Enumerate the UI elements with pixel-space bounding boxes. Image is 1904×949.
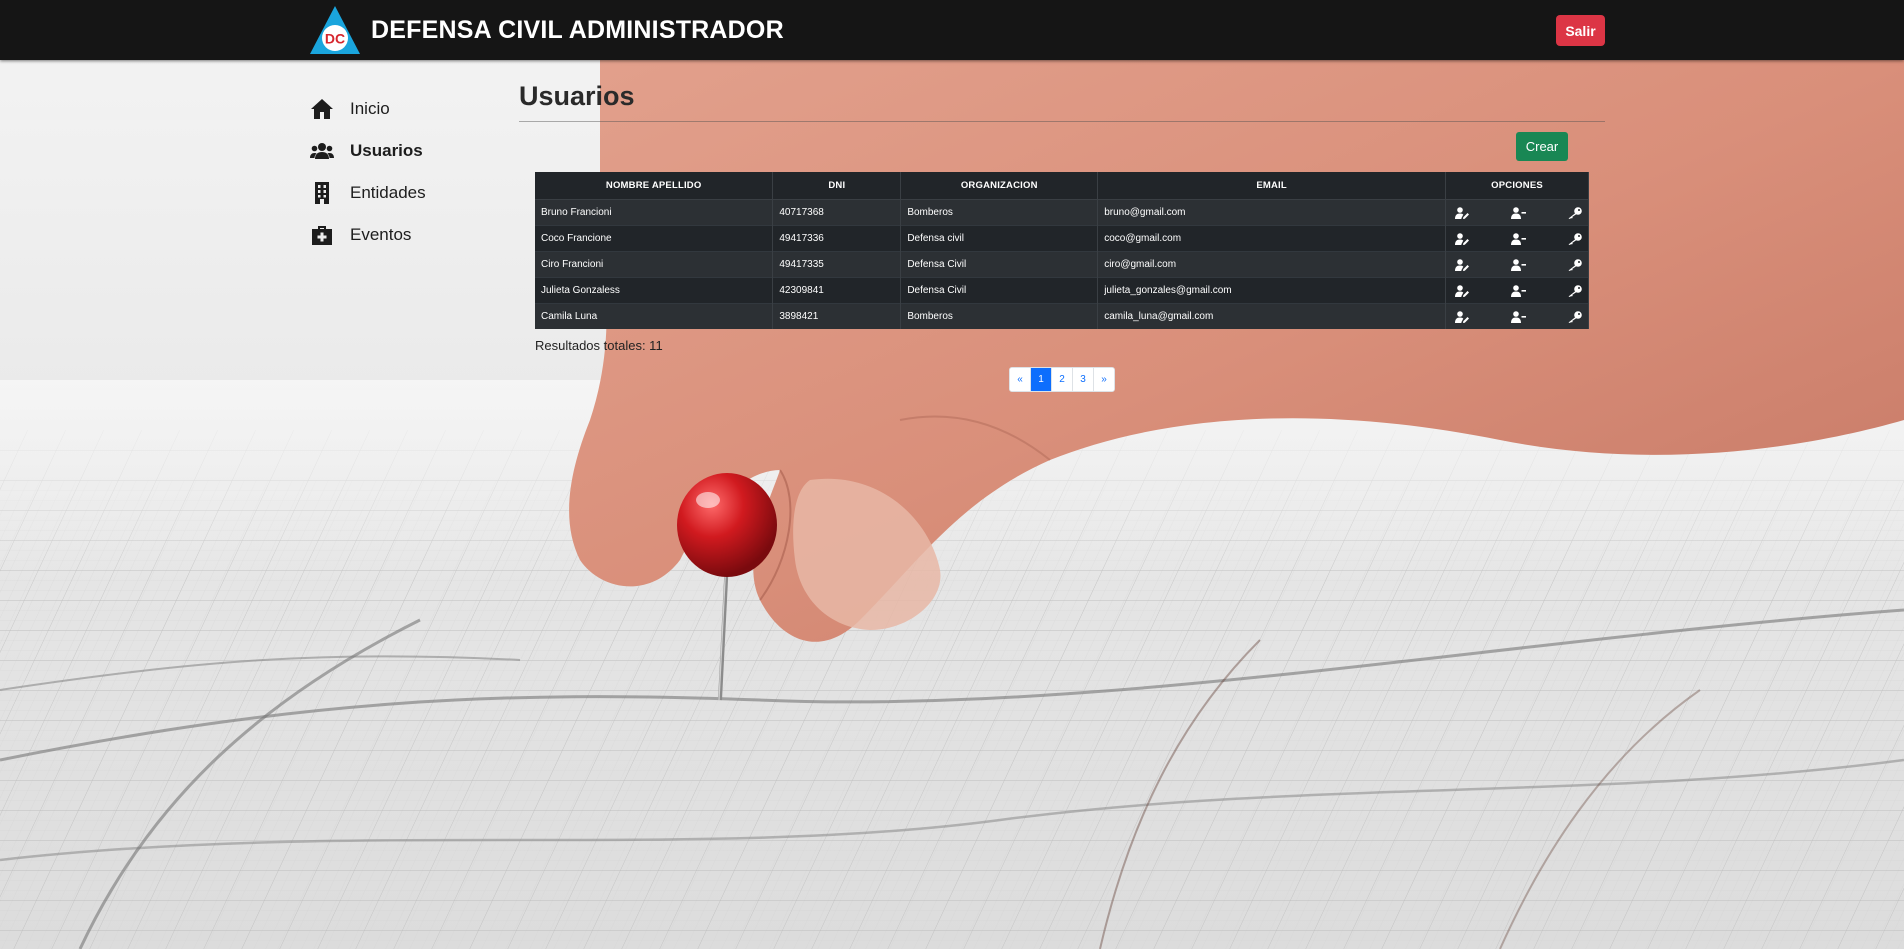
edit-user-button[interactable] xyxy=(1454,206,1470,220)
cell-opciones xyxy=(1445,225,1589,252)
cell-dni: 3898421 xyxy=(772,303,902,329)
user-remove-icon xyxy=(1510,310,1526,323)
pagination-next[interactable]: » xyxy=(1094,368,1114,391)
column-header-email[interactable]: EMAIL xyxy=(1097,172,1447,200)
edit-user-button[interactable] xyxy=(1454,310,1470,324)
table-row: Julieta Gonzaless 42309841 Defensa Civil ju… xyxy=(535,277,1589,304)
pagination: « 1 2 3 » xyxy=(1009,367,1115,392)
change-password-button[interactable] xyxy=(1566,284,1582,298)
change-password-button[interactable] xyxy=(1566,258,1582,272)
app-title: DEFENSA CIVIL ADMINISTRADOR xyxy=(371,15,784,44)
home-icon xyxy=(309,98,335,120)
brand[interactable]: DC DEFENSA CIVIL ADMINISTRADOR xyxy=(309,5,784,55)
sidebar-item-label: Inicio xyxy=(350,99,390,118)
page-title: Usuarios xyxy=(519,81,635,111)
defensa-civil-logo: DC xyxy=(310,6,360,54)
key-icon xyxy=(1567,284,1582,297)
cell-email: bruno@gmail.com xyxy=(1097,199,1447,226)
edit-user-button[interactable] xyxy=(1454,284,1470,298)
key-icon xyxy=(1567,310,1582,323)
cell-dni: 42309841 xyxy=(772,277,902,304)
user-remove-icon xyxy=(1510,232,1526,245)
remove-user-button[interactable] xyxy=(1510,284,1526,298)
cell-organizacion: Defensa Civil xyxy=(900,277,1099,304)
user-remove-icon xyxy=(1510,206,1526,219)
create-user-button[interactable]: Crear xyxy=(1516,132,1568,161)
table-row: Camila Luna 3898421 Bomberos camila_luna@gm… xyxy=(535,303,1589,329)
key-icon xyxy=(1567,206,1582,219)
remove-user-button[interactable] xyxy=(1510,232,1526,246)
cell-opciones xyxy=(1445,303,1589,329)
sidebar-item-label: Eventos xyxy=(350,225,412,244)
cell-dni: 49417335 xyxy=(772,251,902,278)
cell-nombre: Ciro Francioni xyxy=(535,251,774,278)
table-row: Coco Francione 49417336 Defensa civil coco@… xyxy=(535,225,1589,252)
column-header-dni[interactable]: DNI xyxy=(772,172,902,200)
table-row: Ciro Francioni 49417335 Defensa Civil ciro@… xyxy=(535,251,1589,278)
cell-email: camila_luna@gmail.com xyxy=(1097,303,1447,329)
user-edit-icon xyxy=(1454,258,1470,271)
cell-opciones xyxy=(1445,199,1589,226)
total-results: Resultados totales: 11 xyxy=(535,338,663,353)
top-navbar: DC DEFENSA CIVIL ADMINISTRADOR Salir xyxy=(0,0,1904,60)
user-remove-icon xyxy=(1510,258,1526,271)
cell-dni: 49417336 xyxy=(772,225,902,252)
cell-organizacion: Defensa Civil xyxy=(900,251,1099,278)
remove-user-button[interactable] xyxy=(1510,206,1526,220)
remove-user-button[interactable] xyxy=(1510,310,1526,324)
sidebar-item-eventos[interactable]: Eventos xyxy=(309,214,509,256)
user-edit-icon xyxy=(1454,206,1470,219)
key-icon xyxy=(1567,258,1582,271)
cell-opciones xyxy=(1445,251,1589,278)
remove-user-button[interactable] xyxy=(1510,258,1526,272)
medkit-icon xyxy=(309,224,335,246)
logout-button[interactable]: Salir xyxy=(1556,15,1605,46)
user-edit-icon xyxy=(1454,284,1470,297)
building-icon xyxy=(309,182,335,204)
change-password-button[interactable] xyxy=(1566,310,1582,324)
cell-nombre: Coco Francione xyxy=(535,225,774,252)
cell-organizacion: Bomberos xyxy=(900,199,1099,226)
user-remove-icon xyxy=(1510,284,1526,297)
change-password-button[interactable] xyxy=(1566,232,1582,246)
key-icon xyxy=(1567,232,1582,245)
sidebar-item-usuarios[interactable]: Usuarios xyxy=(309,130,509,172)
cell-nombre: Camila Luna xyxy=(535,303,774,329)
sidebar: Inicio Usuarios Entidades Eventos xyxy=(309,88,509,256)
users-icon xyxy=(309,140,335,162)
cell-nombre: Julieta Gonzaless xyxy=(535,277,774,304)
pagination-page-3[interactable]: 3 xyxy=(1073,368,1094,391)
sidebar-item-entidades[interactable]: Entidades xyxy=(309,172,509,214)
cell-dni: 40717368 xyxy=(772,199,902,226)
table-row: Bruno Francioni 40717368 Bomberos bruno@gma… xyxy=(535,199,1589,226)
edit-user-button[interactable] xyxy=(1454,258,1470,272)
pagination-page-2[interactable]: 2 xyxy=(1052,368,1073,391)
logo-text: DC xyxy=(325,31,345,47)
user-edit-icon xyxy=(1454,310,1470,323)
change-password-button[interactable] xyxy=(1566,206,1582,220)
cell-email: ciro@gmail.com xyxy=(1097,251,1447,278)
sidebar-item-label: Entidades xyxy=(350,183,426,202)
users-table: NOMBRE APELLIDO DNI ORGANIZACION EMAIL O… xyxy=(535,172,1589,329)
column-header-opciones: OPCIONES xyxy=(1445,172,1589,200)
pagination-prev[interactable]: « xyxy=(1010,368,1031,391)
sidebar-item-label: Usuarios xyxy=(350,141,423,160)
table-header-row: NOMBRE APELLIDO DNI ORGANIZACION EMAIL O… xyxy=(535,172,1589,200)
edit-user-button[interactable] xyxy=(1454,232,1470,246)
cell-email: coco@gmail.com xyxy=(1097,225,1447,252)
user-edit-icon xyxy=(1454,232,1470,245)
main-content: Usuarios Crear xyxy=(519,72,1605,174)
cell-nombre: Bruno Francioni xyxy=(535,199,774,226)
cell-organizacion: Bomberos xyxy=(900,303,1099,329)
column-header-organizacion[interactable]: ORGANIZACION xyxy=(900,172,1099,200)
pagination-page-1[interactable]: 1 xyxy=(1031,368,1052,391)
cell-organizacion: Defensa civil xyxy=(900,225,1099,252)
cell-opciones xyxy=(1445,277,1589,304)
sidebar-item-inicio[interactable]: Inicio xyxy=(309,88,509,130)
column-header-nombre[interactable]: NOMBRE APELLIDO xyxy=(535,172,774,200)
cell-email: julieta_gonzales@gmail.com xyxy=(1097,277,1447,304)
